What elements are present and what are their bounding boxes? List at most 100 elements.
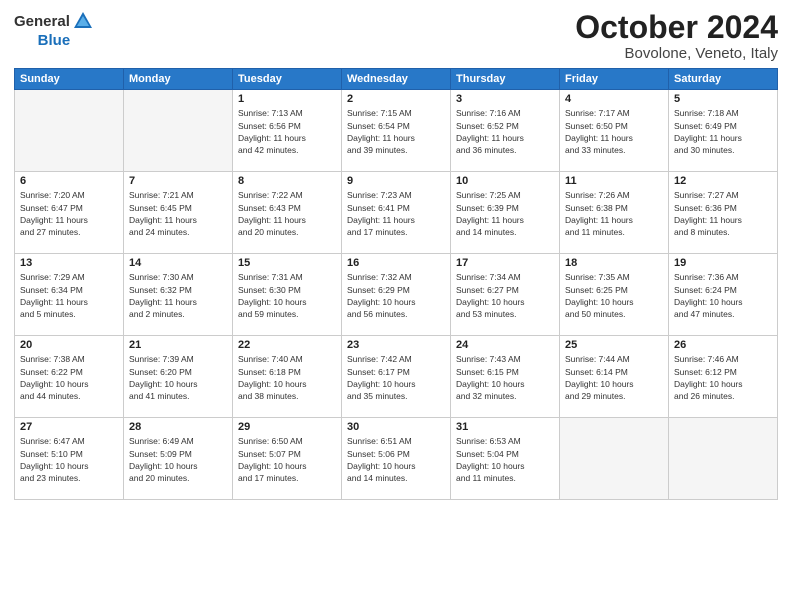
calendar-cell: 19 Sunrise: 7:36 AM Sunset: 6:24 PM Dayli… <box>669 254 778 336</box>
month-title: October 2024 <box>575 10 778 45</box>
calendar-cell: 17 Sunrise: 7:34 AM Sunset: 6:27 PM Dayli… <box>451 254 560 336</box>
day-info: Sunrise: 7:21 AM Sunset: 6:45 PM Dayligh… <box>129 189 227 238</box>
calendar-cell: 15 Sunrise: 7:31 AM Sunset: 6:30 PM Dayli… <box>233 254 342 336</box>
day-info: Sunrise: 7:42 AM Sunset: 6:17 PM Dayligh… <box>347 353 445 402</box>
day-number: 24 <box>456 339 554 351</box>
calendar-cell <box>124 90 233 172</box>
logo-blue: Blue <box>38 32 71 49</box>
calendar-cell: 28 Sunrise: 6:49 AM Sunset: 5:09 PM Dayli… <box>124 418 233 500</box>
logo-general: General <box>14 13 70 30</box>
calendar-cell: 12Sunrise: 7:27 AM Sunset: 6:36 PM Dayli… <box>669 172 778 254</box>
day-number: 15 <box>238 257 336 269</box>
day-number: 29 <box>238 421 336 433</box>
day-number: 18 <box>565 257 663 269</box>
day-number: 4 <box>565 93 663 105</box>
page-container: General Blue October 2024 Bovolone, Vene… <box>0 0 792 510</box>
day-info: Sunrise: 7:43 AM Sunset: 6:15 PM Dayligh… <box>456 353 554 402</box>
calendar-cell: 1Sunrise: 7:13 AM Sunset: 6:56 PM Daylig… <box>233 90 342 172</box>
calendar-cell: 21 Sunrise: 7:39 AM Sunset: 6:20 PM Dayli… <box>124 336 233 418</box>
calendar-cell <box>560 418 669 500</box>
day-info: Sunrise: 7:27 AM Sunset: 6:36 PM Dayligh… <box>674 189 772 238</box>
weekday-header-cell: Wednesday <box>342 69 451 90</box>
calendar-cell: 26 Sunrise: 7:46 AM Sunset: 6:12 PM Dayli… <box>669 336 778 418</box>
calendar-cell: 13Sunrise: 7:29 AM Sunset: 6:34 PM Dayli… <box>15 254 124 336</box>
day-number: 27 <box>20 421 118 433</box>
day-number: 2 <box>347 93 445 105</box>
calendar-week-row: 13Sunrise: 7:29 AM Sunset: 6:34 PM Dayli… <box>15 254 778 336</box>
location-title: Bovolone, Veneto, Italy <box>575 45 778 62</box>
calendar-cell: 31 Sunrise: 6:53 AM Sunset: 5:04 PM Dayli… <box>451 418 560 500</box>
calendar-cell: 5Sunrise: 7:18 AM Sunset: 6:49 PM Daylig… <box>669 90 778 172</box>
calendar-table: SundayMondayTuesdayWednesdayThursdayFrid… <box>14 68 778 500</box>
day-number: 6 <box>20 175 118 187</box>
day-info: Sunrise: 7:25 AM Sunset: 6:39 PM Dayligh… <box>456 189 554 238</box>
day-number: 30 <box>347 421 445 433</box>
day-info: Sunrise: 7:16 AM Sunset: 6:52 PM Dayligh… <box>456 107 554 156</box>
day-info: Sunrise: 7:30 AM Sunset: 6:32 PM Dayligh… <box>129 271 227 320</box>
day-number: 14 <box>129 257 227 269</box>
day-number: 13 <box>20 257 118 269</box>
day-number: 26 <box>674 339 772 351</box>
day-info: Sunrise: 7:40 AM Sunset: 6:18 PM Dayligh… <box>238 353 336 402</box>
calendar-cell: 8 Sunrise: 7:22 AM Sunset: 6:43 PM Daylig… <box>233 172 342 254</box>
weekday-header-cell: Friday <box>560 69 669 90</box>
day-info: Sunrise: 7:44 AM Sunset: 6:14 PM Dayligh… <box>565 353 663 402</box>
calendar-cell: 20Sunrise: 7:38 AM Sunset: 6:22 PM Dayli… <box>15 336 124 418</box>
day-info: Sunrise: 7:34 AM Sunset: 6:27 PM Dayligh… <box>456 271 554 320</box>
calendar-cell: 11Sunrise: 7:26 AM Sunset: 6:38 PM Dayli… <box>560 172 669 254</box>
day-info: Sunrise: 7:26 AM Sunset: 6:38 PM Dayligh… <box>565 189 663 238</box>
calendar-week-row: 20Sunrise: 7:38 AM Sunset: 6:22 PM Dayli… <box>15 336 778 418</box>
day-info: Sunrise: 7:39 AM Sunset: 6:20 PM Dayligh… <box>129 353 227 402</box>
calendar-cell <box>669 418 778 500</box>
calendar-cell: 22Sunrise: 7:40 AM Sunset: 6:18 PM Dayli… <box>233 336 342 418</box>
calendar-cell: 30Sunrise: 6:51 AM Sunset: 5:06 PM Dayli… <box>342 418 451 500</box>
weekday-header-row: SundayMondayTuesdayWednesdayThursdayFrid… <box>15 69 778 90</box>
header: General Blue October 2024 Bovolone, Vene… <box>14 10 778 62</box>
title-block: October 2024 Bovolone, Veneto, Italy <box>575 10 778 62</box>
day-info: Sunrise: 7:22 AM Sunset: 6:43 PM Dayligh… <box>238 189 336 238</box>
day-number: 1 <box>238 93 336 105</box>
day-number: 21 <box>129 339 227 351</box>
calendar-cell: 25Sunrise: 7:44 AM Sunset: 6:14 PM Dayli… <box>560 336 669 418</box>
calendar-cell: 14 Sunrise: 7:30 AM Sunset: 6:32 PM Dayli… <box>124 254 233 336</box>
calendar-cell: 18 Sunrise: 7:35 AM Sunset: 6:25 PM Dayli… <box>560 254 669 336</box>
day-number: 10 <box>456 175 554 187</box>
day-number: 31 <box>456 421 554 433</box>
day-info: Sunrise: 7:18 AM Sunset: 6:49 PM Dayligh… <box>674 107 772 156</box>
calendar-cell: 27 Sunrise: 6:47 AM Sunset: 5:10 PM Dayli… <box>15 418 124 500</box>
day-info: Sunrise: 7:32 AM Sunset: 6:29 PM Dayligh… <box>347 271 445 320</box>
day-info: Sunrise: 7:36 AM Sunset: 6:24 PM Dayligh… <box>674 271 772 320</box>
logo-icon <box>72 10 94 32</box>
day-info: Sunrise: 7:31 AM Sunset: 6:30 PM Dayligh… <box>238 271 336 320</box>
calendar-cell: 4 Sunrise: 7:17 AM Sunset: 6:50 PM Daylig… <box>560 90 669 172</box>
calendar-week-row: 6Sunrise: 7:20 AM Sunset: 6:47 PM Daylig… <box>15 172 778 254</box>
calendar-cell: 29Sunrise: 6:50 AM Sunset: 5:07 PM Dayli… <box>233 418 342 500</box>
day-number: 19 <box>674 257 772 269</box>
day-number: 28 <box>129 421 227 433</box>
day-info: Sunrise: 7:46 AM Sunset: 6:12 PM Dayligh… <box>674 353 772 402</box>
calendar-cell: 24 Sunrise: 7:43 AM Sunset: 6:15 PM Dayli… <box>451 336 560 418</box>
day-number: 8 <box>238 175 336 187</box>
day-number: 20 <box>20 339 118 351</box>
calendar-body: 1Sunrise: 7:13 AM Sunset: 6:56 PM Daylig… <box>15 90 778 500</box>
day-info: Sunrise: 7:35 AM Sunset: 6:25 PM Dayligh… <box>565 271 663 320</box>
calendar-cell: 9 Sunrise: 7:23 AM Sunset: 6:41 PM Daylig… <box>342 172 451 254</box>
calendar-cell: 7 Sunrise: 7:21 AM Sunset: 6:45 PM Daylig… <box>124 172 233 254</box>
calendar-cell <box>15 90 124 172</box>
calendar-cell: 2 Sunrise: 7:15 AM Sunset: 6:54 PM Daylig… <box>342 90 451 172</box>
day-number: 17 <box>456 257 554 269</box>
calendar-week-row: 1Sunrise: 7:13 AM Sunset: 6:56 PM Daylig… <box>15 90 778 172</box>
weekday-header-cell: Thursday <box>451 69 560 90</box>
calendar-week-row: 27 Sunrise: 6:47 AM Sunset: 5:10 PM Dayli… <box>15 418 778 500</box>
day-info: Sunrise: 7:15 AM Sunset: 6:54 PM Dayligh… <box>347 107 445 156</box>
day-info: Sunrise: 6:47 AM Sunset: 5:10 PM Dayligh… <box>20 435 118 484</box>
day-info: Sunrise: 7:23 AM Sunset: 6:41 PM Dayligh… <box>347 189 445 238</box>
day-number: 7 <box>129 175 227 187</box>
day-number: 9 <box>347 175 445 187</box>
day-number: 3 <box>456 93 554 105</box>
calendar-cell: 23Sunrise: 7:42 AM Sunset: 6:17 PM Dayli… <box>342 336 451 418</box>
day-info: Sunrise: 6:53 AM Sunset: 5:04 PM Dayligh… <box>456 435 554 484</box>
day-info: Sunrise: 6:49 AM Sunset: 5:09 PM Dayligh… <box>129 435 227 484</box>
day-info: Sunrise: 7:17 AM Sunset: 6:50 PM Dayligh… <box>565 107 663 156</box>
day-number: 16 <box>347 257 445 269</box>
